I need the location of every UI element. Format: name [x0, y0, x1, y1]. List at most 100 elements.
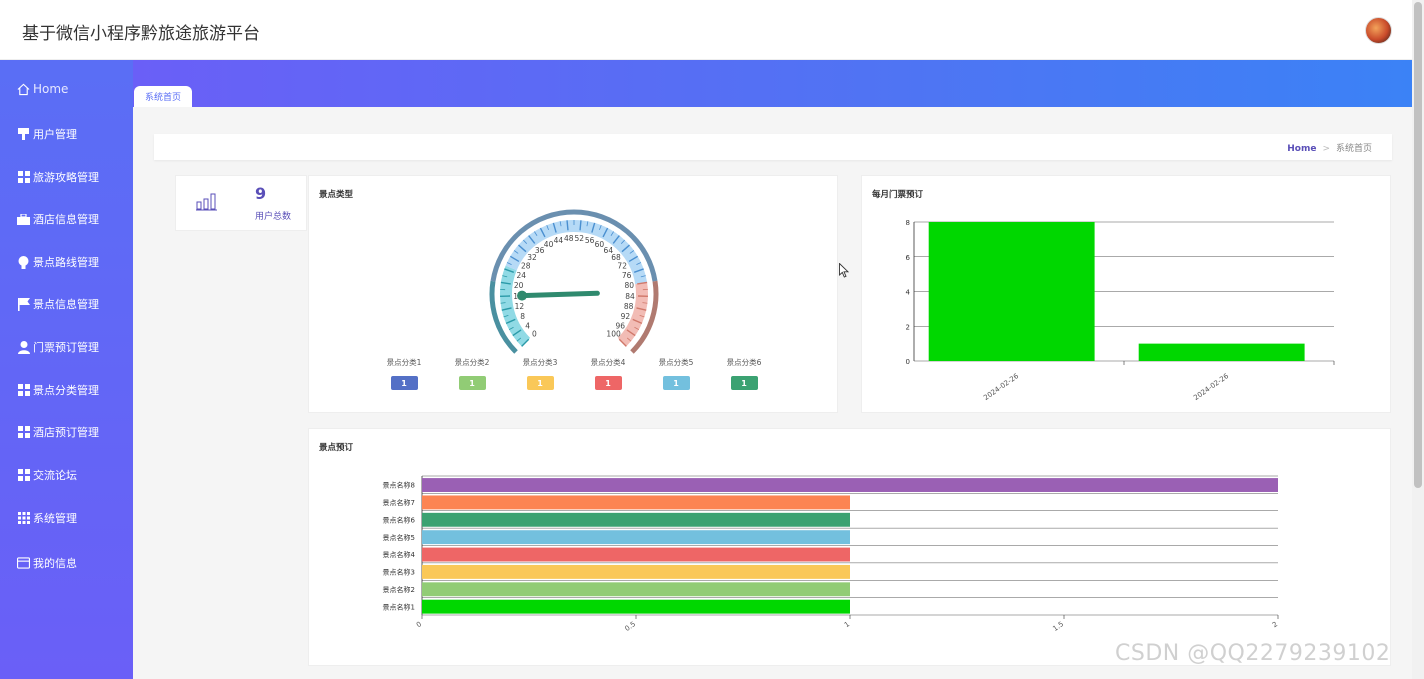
bar	[422, 478, 1278, 492]
user-count-label: 用户总数	[255, 212, 292, 222]
y-tick-label: 6	[906, 254, 911, 262]
user-count-value: 9	[255, 184, 267, 203]
sidebar-item-label: 用户管理	[33, 128, 77, 141]
user-manage-icon	[17, 128, 30, 141]
sidebar-item-home[interactable]: Home	[0, 74, 133, 104]
avatar[interactable]	[1365, 17, 1392, 44]
gauge-needle-cap	[517, 290, 528, 301]
breadcrumb-separator: >	[1322, 144, 1330, 154]
gauge-tick-label: 84	[625, 292, 635, 301]
gauge-tick-label: 100	[606, 330, 621, 339]
gauge-tick-label: 76	[622, 271, 632, 280]
gauge-needle	[519, 290, 600, 299]
app-title: 基于微信小程序黔旅途旅游平台	[22, 24, 260, 44]
y-tick-label: 景点名称6	[383, 515, 416, 524]
bar	[422, 564, 850, 579]
card-icon	[17, 557, 30, 570]
bar	[422, 530, 850, 545]
top-bar: 基于微信小程序黔旅途旅游平台	[0, 0, 1412, 60]
gauge-legend-value: 1	[730, 376, 758, 390]
bar	[422, 495, 850, 510]
sidebar-item-label: 景点分类管理	[33, 384, 99, 397]
bulb-icon	[17, 255, 30, 269]
gauge-tick-label: 56	[585, 236, 595, 245]
y-tick-label: 景点名称2	[383, 585, 415, 594]
grid-icon	[17, 469, 30, 482]
gauge-tick-label: 44	[554, 236, 564, 245]
scenic-type-card: 景点类型 04812162024283236404448525660646872…	[308, 175, 838, 413]
scrollbar-thumb[interactable]	[1414, 2, 1422, 488]
scenic-booking-card: 景点预订 景点名称1 景点名称2 景点名称3 景点名称4 景点名称5 景点名称6 景点名称7…	[308, 428, 1391, 666]
gauge-tick-label: 92	[621, 312, 631, 321]
gauge-tick-label: 4	[525, 321, 530, 330]
sidebar-item-label: Home	[33, 82, 69, 96]
sidebar-item-scenic-category[interactable]: 景点分类管理	[0, 375, 133, 405]
bar	[422, 512, 850, 527]
sidebar-item-label: 景点路线管理	[33, 256, 99, 269]
gauge-legend-value: 1	[594, 376, 622, 390]
gauge-legend-item[interactable]: 景点分类2 1	[447, 357, 497, 390]
gauge-legend-label: 景点分类5	[658, 358, 694, 367]
watermark: CSDN @QQ2279239102	[1115, 641, 1391, 666]
sidebar-item-hotel-info[interactable]: 酒店信息管理	[0, 204, 133, 234]
y-tick-label: 8	[906, 219, 910, 227]
gauge-tick-label: 24	[517, 271, 527, 280]
bar	[422, 582, 850, 597]
sidebar-item-ticket-booking[interactable]: 门票预订管理	[0, 332, 133, 362]
y-tick-label: 4	[906, 289, 911, 297]
x-tick-label: 0	[415, 620, 423, 629]
gauge-tick-label: 8	[520, 312, 525, 321]
scenic-booking-chart: 景点名称1 景点名称2 景点名称3 景点名称4 景点名称5 景点名称6 景点名称7 景点名称8…	[383, 475, 1279, 633]
bar-chart-icon	[196, 193, 218, 215]
briefcase-icon	[17, 213, 30, 226]
y-tick-label: 景点名称8	[383, 481, 415, 490]
mouse-cursor-icon	[839, 263, 849, 278]
breadcrumb-current: 系统首页	[1335, 144, 1372, 154]
sidebar: Home 用户管理 旅游攻略管理 酒店信息管理 景点路线管理 景点信息管理 门票…	[0, 60, 133, 679]
home-icon	[17, 83, 30, 96]
gauge-legend-item[interactable]: 景点分类1 1	[379, 357, 429, 390]
y-tick-label: 0	[906, 358, 910, 366]
grid-icon	[17, 426, 30, 439]
gauge-tick-label: 72	[617, 261, 627, 270]
person-icon	[17, 340, 30, 354]
breadcrumb-home-link[interactable]: Home	[1287, 144, 1316, 154]
x-tick-label: 1.5	[1051, 620, 1065, 633]
gauge-tick-label: 40	[544, 240, 554, 249]
gauge-legend-label: 景点分类2	[454, 358, 490, 367]
flag-icon	[17, 297, 30, 311]
gauge-tick-label: 52	[574, 234, 584, 243]
sidebar-item-label: 景点信息管理	[33, 298, 99, 311]
gauge-legend-label: 景点分类4	[590, 358, 626, 367]
x-tick-label: 0.5	[623, 620, 637, 633]
y-tick-label: 景点名称7	[383, 498, 415, 507]
gauge-legend-value: 1	[526, 376, 554, 390]
grid-icon	[17, 384, 30, 397]
gauge-tick-label: 12	[515, 302, 525, 311]
sidebar-item-label: 我的信息	[33, 557, 77, 570]
sidebar-item-hotel-booking[interactable]: 酒店预订管理	[0, 417, 133, 447]
gauge-tick-label: 0	[532, 330, 537, 339]
sidebar-item-label: 旅游攻略管理	[33, 171, 99, 184]
x-tick-label: 1	[843, 620, 851, 629]
sidebar-item-travel-guides[interactable]: 旅游攻略管理	[0, 162, 133, 192]
gauge-legend-item[interactable]: 景点分类6 1	[719, 357, 769, 390]
sidebar-item-routes[interactable]: 景点路线管理	[0, 247, 133, 277]
sidebar-item-users[interactable]: 用户管理	[0, 119, 133, 149]
gauge-legend-item[interactable]: 景点分类4 1	[583, 357, 633, 390]
sidebar-item-forum[interactable]: 交流论坛	[0, 460, 133, 490]
x-tick-label: 2024-02-26	[1192, 372, 1230, 402]
gauge-legend-label: 景点分类6	[726, 358, 762, 367]
gauge-legend-item[interactable]: 景点分类3 1	[515, 357, 565, 390]
page-scrollbar[interactable]	[1412, 0, 1424, 679]
monthly-ticket-card: 每月门票预订 0 2 4 6 8 2024-02-26 2024-02-26	[861, 175, 1391, 413]
tab-home[interactable]: 系统首页	[134, 86, 192, 107]
sidebar-item-system[interactable]: 系统管理	[0, 503, 133, 533]
user-count-card: 9 用户总数	[175, 175, 307, 231]
gauge-legend-item[interactable]: 景点分类5 1	[651, 357, 701, 390]
gauge-tick-label: 48	[564, 234, 574, 243]
sidebar-item-my-info[interactable]: 我的信息	[0, 548, 133, 578]
sidebar-item-scenic-info[interactable]: 景点信息管理	[0, 289, 133, 319]
y-tick-label: 景点名称1	[383, 602, 415, 611]
gauge-legend-value: 1	[662, 376, 690, 390]
